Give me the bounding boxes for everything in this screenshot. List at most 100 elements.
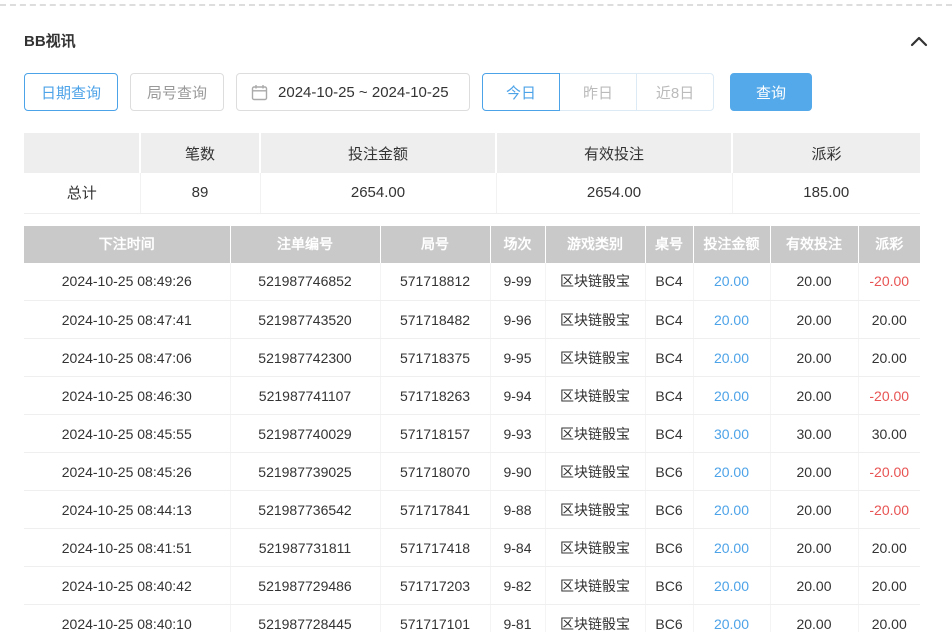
- summary-total-count: 89: [140, 173, 260, 213]
- cell-time: 2024-10-25 08:45:26: [24, 453, 230, 491]
- cell-session: 9-96: [490, 301, 545, 339]
- cell-session: 9-81: [490, 605, 545, 632]
- cell-bet-link[interactable]: 20.00: [693, 605, 770, 632]
- collapse-button[interactable]: [910, 35, 928, 47]
- cell-bet-link[interactable]: 20.00: [693, 491, 770, 529]
- table-row: 2024-10-25 08:49:26 521987746852 5717188…: [24, 263, 920, 301]
- cell-order-id: 521987731811: [230, 529, 380, 567]
- summary-col-payout: 派彩: [732, 133, 920, 173]
- cell-bet-link[interactable]: 20.00: [693, 339, 770, 377]
- summary-total-label: 总计: [24, 173, 140, 213]
- col-header-game: 游戏类别: [545, 226, 645, 263]
- cell-time: 2024-10-25 08:41:51: [24, 529, 230, 567]
- cell-payout: 20.00: [858, 339, 920, 377]
- cell-session: 9-90: [490, 453, 545, 491]
- cell-round-id: 571717203: [380, 567, 490, 605]
- bet-table-header-row: 下注时间 注单编号 局号 场次 游戏类别 桌号 投注金额 有效投注 派彩: [24, 226, 920, 263]
- cell-game: 区块链骰宝: [545, 263, 645, 301]
- cell-session: 9-82: [490, 567, 545, 605]
- cell-payout: -20.00: [858, 453, 920, 491]
- col-header-bet: 投注金额: [693, 226, 770, 263]
- cell-session: 9-95: [490, 339, 545, 377]
- col-header-order-id: 注单编号: [230, 226, 380, 263]
- summary-total-bet-amount: 2654.00: [260, 173, 496, 213]
- cell-round-id: 571717841: [380, 491, 490, 529]
- cell-round-id: 571718070: [380, 453, 490, 491]
- cell-order-id: 521987741107: [230, 377, 380, 415]
- round-query-tab[interactable]: 局号查询: [130, 73, 224, 111]
- cell-order-id: 521987742300: [230, 339, 380, 377]
- cell-valid: 20.00: [770, 453, 858, 491]
- cell-payout: 20.00: [858, 529, 920, 567]
- cell-time: 2024-10-25 08:47:06: [24, 339, 230, 377]
- table-row: 2024-10-25 08:47:41 521987743520 5717184…: [24, 301, 920, 339]
- cell-game: 区块链骰宝: [545, 605, 645, 632]
- cell-valid: 20.00: [770, 377, 858, 415]
- cell-order-id: 521987743520: [230, 301, 380, 339]
- col-header-table-no: 桌号: [645, 226, 693, 263]
- summary-table: 笔数 投注金额 有效投注 派彩 总计 89 2654.00 2654.00 18…: [24, 133, 920, 214]
- top-divider: [0, 4, 952, 6]
- cell-game: 区块链骰宝: [545, 301, 645, 339]
- cell-valid: 20.00: [770, 263, 858, 301]
- date-range-input[interactable]: 2024-10-25 ~ 2024-10-25: [236, 73, 470, 111]
- cell-valid: 20.00: [770, 491, 858, 529]
- cell-payout: 20.00: [858, 567, 920, 605]
- cell-table-no: BC6: [645, 453, 693, 491]
- cell-table-no: BC4: [645, 301, 693, 339]
- cell-bet-link[interactable]: 20.00: [693, 377, 770, 415]
- cell-time: 2024-10-25 08:40:42: [24, 567, 230, 605]
- date-query-tab[interactable]: 日期查询: [24, 73, 118, 111]
- date-range-value: 2024-10-25 ~ 2024-10-25: [278, 84, 449, 101]
- col-header-payout: 派彩: [858, 226, 920, 263]
- cell-bet-link[interactable]: 20.00: [693, 301, 770, 339]
- cell-session: 9-99: [490, 263, 545, 301]
- quick-range-yesterday[interactable]: 昨日: [559, 73, 637, 111]
- cell-table-no: BC6: [645, 567, 693, 605]
- quick-range-last8days[interactable]: 近8日: [636, 73, 714, 111]
- summary-col-bet-amount: 投注金额: [260, 133, 496, 173]
- cell-bet-link[interactable]: 20.00: [693, 263, 770, 301]
- cell-session: 9-94: [490, 377, 545, 415]
- quick-range-group: 今日 昨日 近8日: [482, 73, 714, 111]
- cell-game: 区块链骰宝: [545, 377, 645, 415]
- cell-session: 9-93: [490, 415, 545, 453]
- cell-bet-link[interactable]: 20.00: [693, 529, 770, 567]
- calendar-icon: [251, 84, 268, 101]
- cell-round-id: 571718157: [380, 415, 490, 453]
- cell-game: 区块链骰宝: [545, 453, 645, 491]
- search-button[interactable]: 查询: [730, 73, 812, 111]
- filter-bar: 日期查询 局号查询 2024-10-25 ~ 2024-10-25 今日 昨日 …: [24, 73, 928, 111]
- table-row: 2024-10-25 08:46:30 521987741107 5717182…: [24, 377, 920, 415]
- cell-round-id: 571718482: [380, 301, 490, 339]
- cell-table-no: BC4: [645, 263, 693, 301]
- summary-col-count: 笔数: [140, 133, 260, 173]
- quick-range-today[interactable]: 今日: [482, 73, 560, 111]
- cell-valid: 20.00: [770, 339, 858, 377]
- cell-payout: -20.00: [858, 263, 920, 301]
- cell-game: 区块链骰宝: [545, 529, 645, 567]
- col-header-session: 场次: [490, 226, 545, 263]
- table-row: 2024-10-25 08:45:26 521987739025 5717180…: [24, 453, 920, 491]
- cell-game: 区块链骰宝: [545, 491, 645, 529]
- cell-bet-link[interactable]: 30.00: [693, 415, 770, 453]
- cell-order-id: 521987728445: [230, 605, 380, 632]
- table-row: 2024-10-25 08:40:10 521987728445 5717171…: [24, 605, 920, 632]
- bet-records-panel: BB视讯 日期查询 局号查询 2024-10-25 ~ 2024-10-25 今…: [0, 30, 952, 632]
- cell-round-id: 571718812: [380, 263, 490, 301]
- cell-order-id: 521987746852: [230, 263, 380, 301]
- cell-round-id: 571718375: [380, 339, 490, 377]
- panel-header: BB视讯: [24, 30, 928, 51]
- table-row: 2024-10-25 08:44:13 521987736542 5717178…: [24, 491, 920, 529]
- cell-order-id: 521987740029: [230, 415, 380, 453]
- cell-time: 2024-10-25 08:46:30: [24, 377, 230, 415]
- cell-bet-link[interactable]: 20.00: [693, 453, 770, 491]
- cell-bet-link[interactable]: 20.00: [693, 567, 770, 605]
- cell-payout: -20.00: [858, 377, 920, 415]
- cell-payout: 30.00: [858, 415, 920, 453]
- cell-time: 2024-10-25 08:40:10: [24, 605, 230, 632]
- cell-valid: 20.00: [770, 605, 858, 632]
- chevron-up-icon: [910, 35, 928, 47]
- cell-order-id: 521987736542: [230, 491, 380, 529]
- cell-table-no: BC6: [645, 605, 693, 632]
